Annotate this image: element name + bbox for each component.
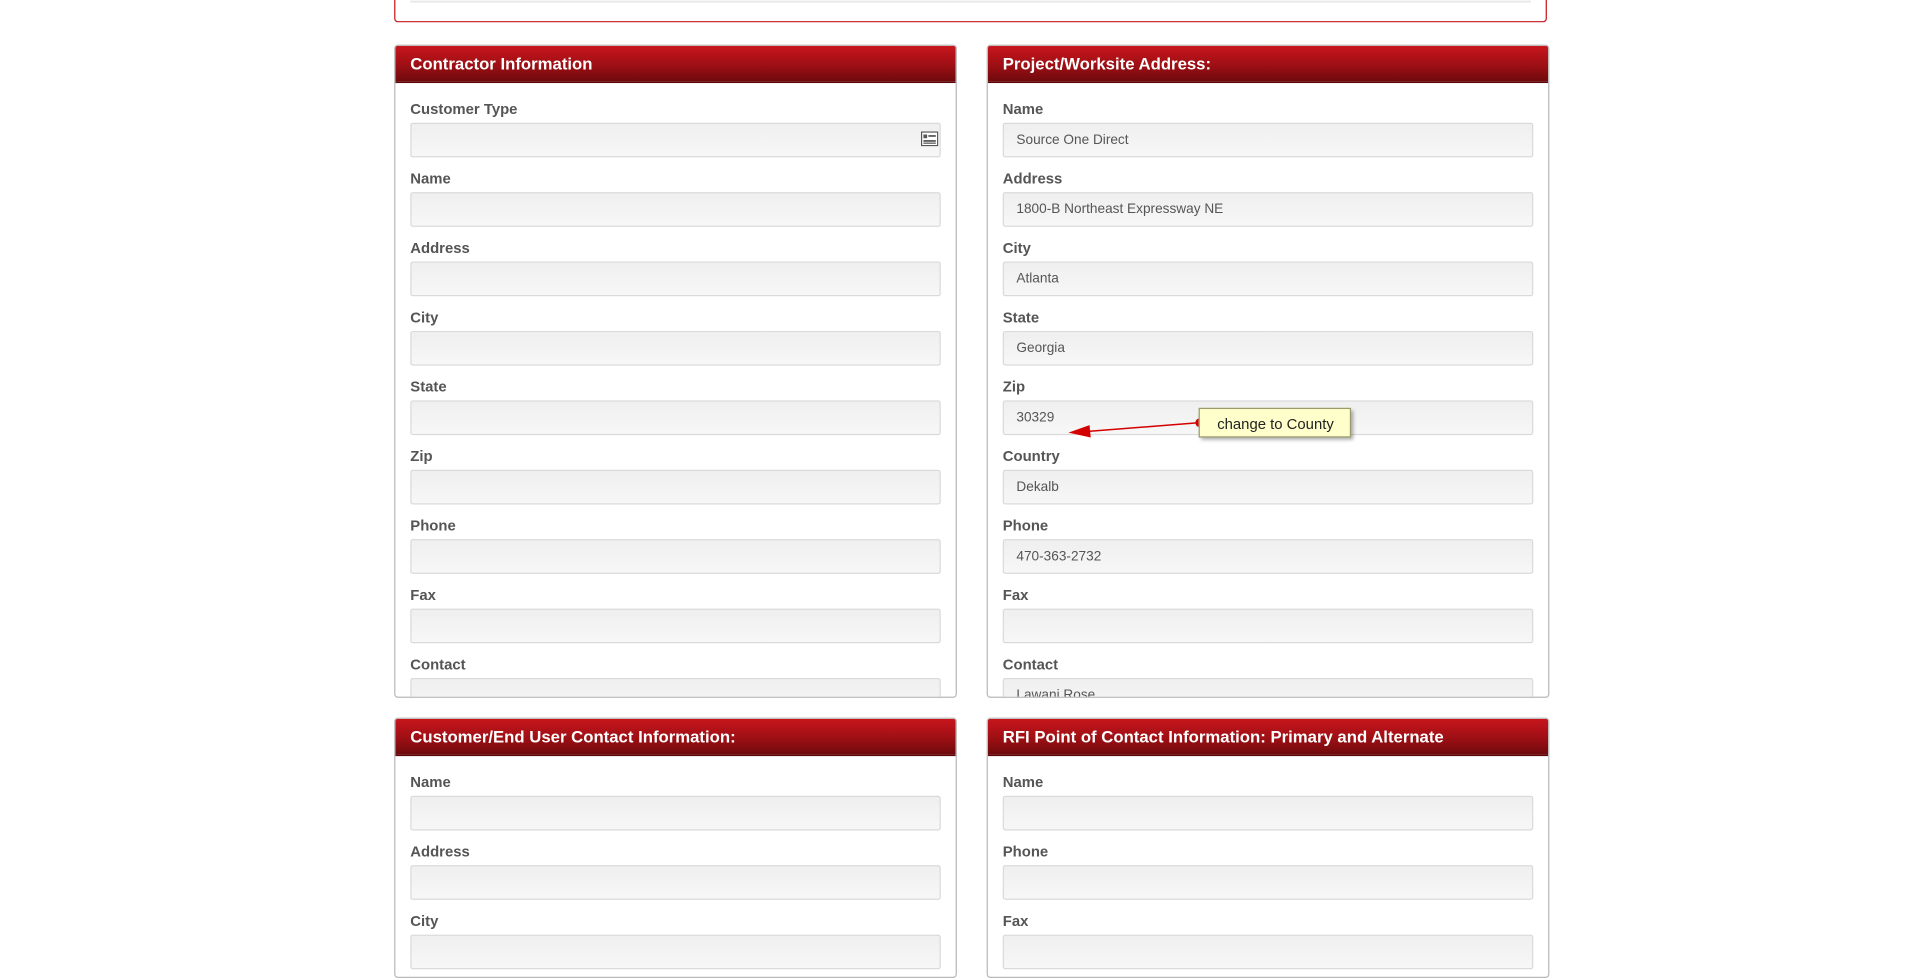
contractor-fax-input[interactable] [410,608,941,644]
project-fax-input[interactable] [1002,608,1534,644]
customer-panel: Customer/End User Contact Information: N… [394,717,957,978]
contractor-phone-label: Phone [410,516,456,535]
contractor-name-input[interactable] [410,192,941,227]
customer-address-label: Address [410,842,470,861]
rfi-phone-label: Phone [1002,842,1049,861]
contractor-panel-title: Contractor Information [395,45,956,84]
rfi-panel-title: RFI Point of Contact Information: Primar… [987,718,1549,757]
contractor-customer-type-label: Customer Type [410,100,518,118]
project-state-label: State [1002,308,1040,326]
contractor-contact-input[interactable] [410,678,941,697]
contractor-zip-input[interactable] [410,469,941,505]
project-panel: Project/Worksite Address: Name Address C… [986,44,1550,698]
contractor-phone-input[interactable] [410,539,941,574]
form-page: Contractor Information Customer Type Nam… [0,0,1920,978]
project-zip-label: Zip [1002,378,1026,396]
project-country-input[interactable] [1002,469,1534,505]
contractor-panel-body: Customer Type Name Address City State Zi… [395,83,955,697]
contractor-zip-label: Zip [410,447,433,465]
annotation-arrow [1068,418,1205,438]
contractor-state-input[interactable] [410,400,941,436]
project-name-input[interactable] [1002,122,1534,158]
project-phone-label: Phone [1002,516,1049,535]
project-fax-label: Fax [1002,586,1029,604]
project-panel-body: Name Address City State Zip Country Phon… [988,83,1548,697]
customer-address-input[interactable] [410,865,941,900]
project-phone-input[interactable] [1002,539,1534,574]
project-contact-input[interactable] [1002,678,1534,697]
rfi-phone-input[interactable] [1002,865,1534,900]
previous-section-panel [394,0,1547,23]
customer-name-input[interactable] [410,795,941,831]
project-address-label: Address [1002,169,1063,188]
contractor-fax-label: Fax [410,586,436,604]
contractor-customer-type-wrapper [410,122,941,158]
rfi-name-input[interactable] [1002,795,1534,831]
contractor-panel: Contractor Information Customer Type Nam… [394,44,957,698]
rfi-fax-input[interactable] [1002,934,1534,970]
customer-panel-body: Name Address City [395,756,955,970]
project-city-input[interactable] [1002,261,1534,297]
contractor-state-label: State [410,378,447,396]
project-state-input[interactable] [1002,330,1534,366]
customer-city-label: City [410,912,439,930]
rfi-panel: RFI Point of Contact Information: Primar… [986,717,1550,978]
list-card-icon[interactable] [920,130,939,147]
previous-section-field[interactable] [410,0,1531,3]
contractor-contact-label: Contact [410,655,466,674]
customer-name-label: Name [410,773,451,791]
contractor-customer-type-select[interactable] [410,122,941,158]
contractor-name-label: Name [410,169,451,188]
customer-city-input[interactable] [410,934,941,970]
rfi-name-label: Name [1002,773,1044,791]
customer-panel-title: Customer/End User Contact Information: [395,718,956,757]
contractor-address-label: Address [410,239,470,257]
project-name-label: Name [1002,100,1044,118]
contractor-city-label: City [410,308,439,326]
rfi-fax-label: Fax [1002,912,1029,930]
project-city-label: City [1002,239,1031,257]
project-address-input[interactable] [1002,192,1534,227]
project-country-label: Country [1002,447,1060,465]
project-panel-title: Project/Worksite Address: [987,45,1549,84]
contractor-city-input[interactable] [410,330,941,366]
rfi-panel-body: Name Phone Fax [988,756,1548,970]
project-contact-label: Contact [1002,655,1059,674]
annotation-callout: change to County [1198,407,1352,438]
contractor-address-input[interactable] [410,261,941,297]
